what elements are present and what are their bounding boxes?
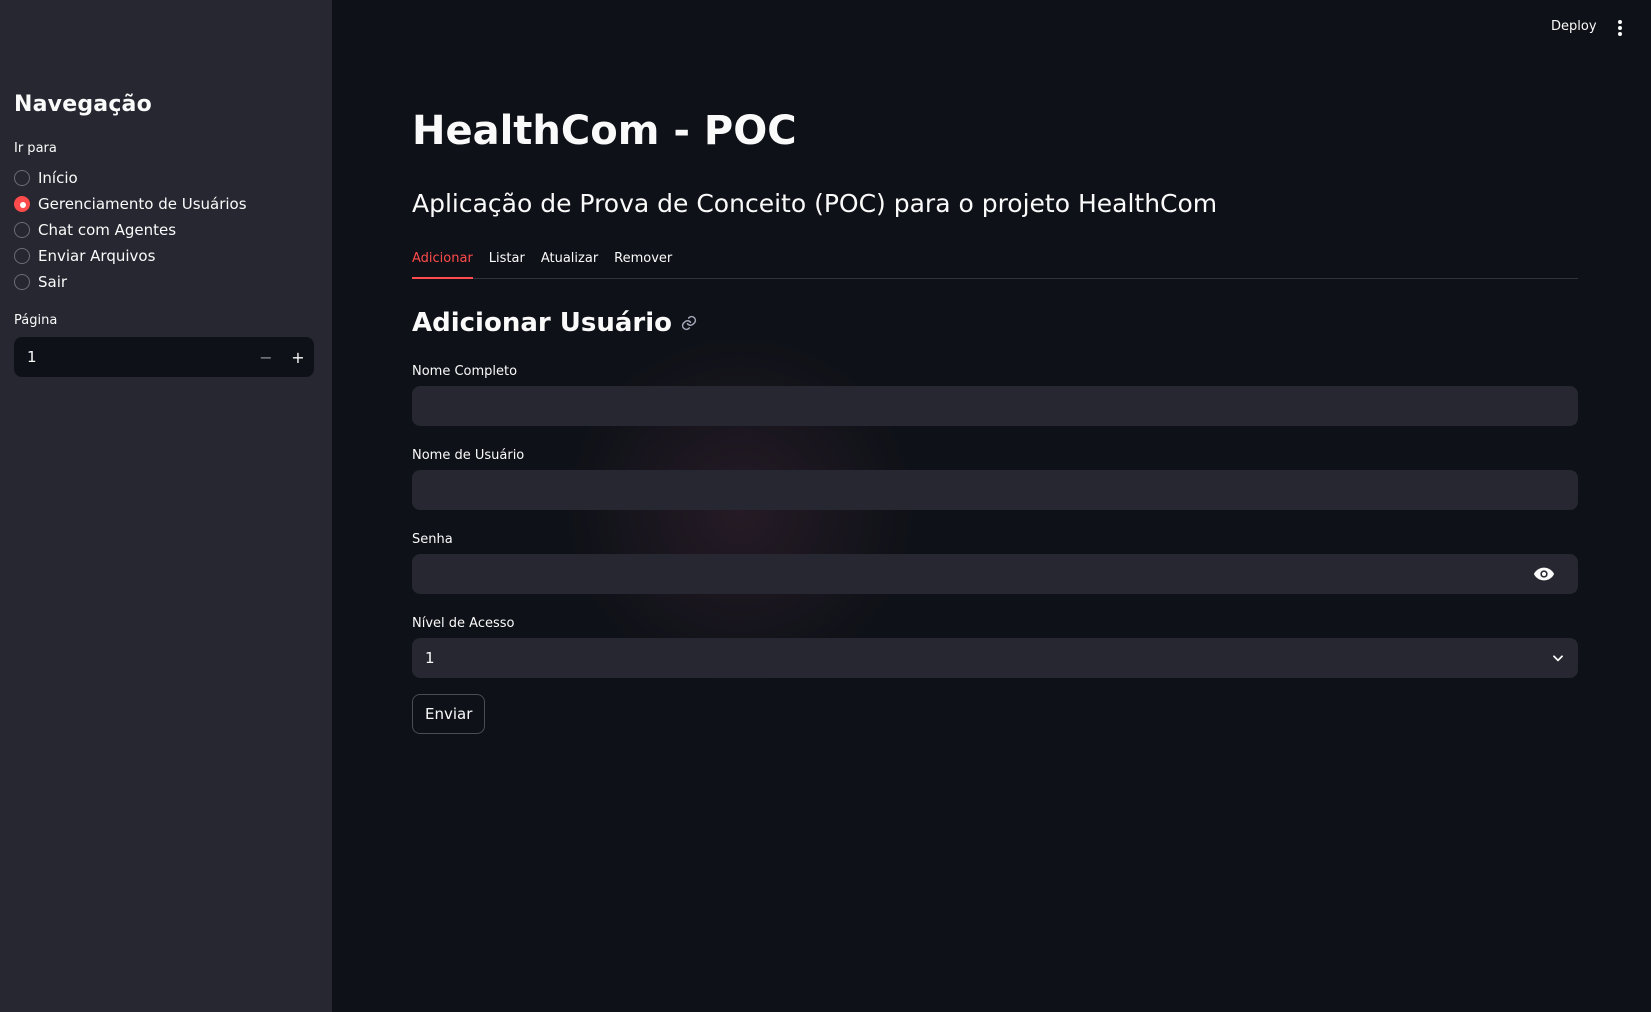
chevron-down-icon[interactable] [1538, 651, 1578, 665]
access-level-label: Nível de Acesso [412, 616, 515, 631]
nav-option-label: Gerenciamento de Usuários [38, 195, 247, 213]
sidebar: Navegação Ir para Início Gerenciamento d… [0, 0, 332, 1012]
submit-button[interactable]: Enviar [412, 694, 486, 734]
nav-option-label: Enviar Arquivos [38, 247, 156, 265]
tab-atualizar[interactable]: Atualizar [541, 240, 598, 279]
radio-button-icon[interactable] [14, 222, 30, 238]
password-input[interactable] [412, 554, 1524, 594]
nav-option-label: Sair [38, 273, 68, 291]
page-number-label: Página [14, 313, 58, 328]
username-input[interactable] [412, 470, 1578, 510]
full-name-input[interactable] [412, 386, 1578, 426]
page-subtitle: Aplicação de Prova de Conceito (POC) par… [412, 189, 1218, 218]
link-icon[interactable] [680, 314, 698, 332]
access-level-value: 1 [425, 649, 435, 667]
full-name-label: Nome Completo [412, 364, 518, 379]
menu-dot [1618, 20, 1622, 24]
menu-dot [1618, 32, 1622, 36]
nav-option-enviar-arquivos[interactable]: Enviar Arquivos [14, 243, 247, 269]
navigation-radio-label: Ir para [14, 141, 57, 156]
nav-option-inicio[interactable]: Início [14, 165, 247, 191]
tab-adicionar[interactable]: Adicionar [412, 240, 473, 279]
password-label: Senha [412, 532, 453, 547]
tab-bar: Adicionar Listar Atualizar Remover [412, 240, 1578, 279]
nav-option-label: Início [38, 169, 78, 187]
tab-remover[interactable]: Remover [614, 240, 672, 279]
full-name-field[interactable] [412, 386, 1578, 426]
page-number-input[interactable]: 1 − + [14, 337, 314, 377]
nav-option-sair[interactable]: Sair [14, 269, 247, 295]
increment-button[interactable]: + [282, 337, 314, 377]
radio-button-icon[interactable] [14, 170, 30, 186]
username-field[interactable] [412, 470, 1578, 510]
app-root: Navegação Ir para Início Gerenciamento d… [0, 0, 1651, 1012]
decrement-button[interactable]: − [250, 337, 282, 377]
page-number-value[interactable]: 1 [14, 348, 250, 366]
background-glow [560, 330, 920, 690]
radio-button-icon[interactable] [14, 274, 30, 290]
section-title-text: Adicionar Usuário [412, 308, 672, 338]
access-level-select[interactable]: 1 [412, 638, 1578, 678]
page-title: HealthCom - POC [412, 108, 797, 154]
navigation-radio-group: Início Gerenciamento de Usuários Chat co… [14, 165, 247, 295]
eye-icon[interactable] [1524, 554, 1564, 594]
nav-option-gerenciamento-usuarios[interactable]: Gerenciamento de Usuários [14, 191, 247, 217]
nav-option-label: Chat com Agentes [38, 221, 177, 239]
radio-button-selected-icon[interactable] [14, 196, 30, 212]
menu-dot [1618, 26, 1622, 30]
sidebar-title: Navegação [14, 92, 152, 117]
section-title: Adicionar Usuário [412, 308, 698, 338]
nav-option-chat-agentes[interactable]: Chat com Agentes [14, 217, 247, 243]
tab-listar[interactable]: Listar [489, 240, 525, 279]
kebab-menu-icon[interactable] [1612, 18, 1628, 38]
deploy-button[interactable]: Deploy [1551, 19, 1597, 34]
password-field[interactable] [412, 554, 1578, 594]
radio-button-icon[interactable] [14, 248, 30, 264]
username-label: Nome de Usuário [412, 448, 525, 463]
